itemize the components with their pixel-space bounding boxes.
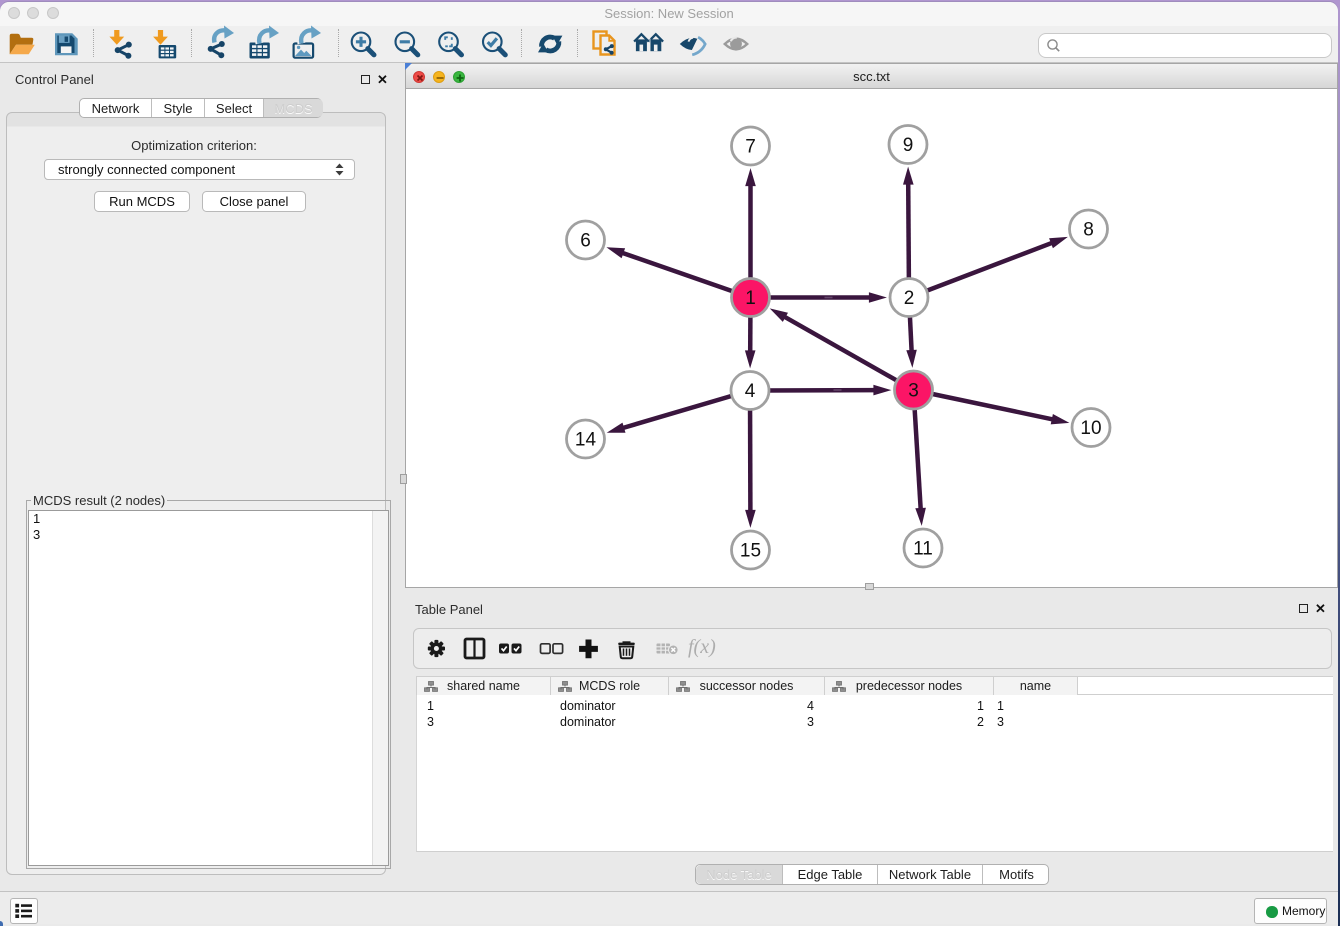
svg-text:8: 8	[1083, 220, 1094, 241]
svg-text:14: 14	[575, 430, 597, 451]
svg-text:15: 15	[740, 541, 761, 562]
svg-text:11: 11	[913, 539, 933, 560]
svg-text:2: 2	[904, 288, 915, 309]
svg-text:3: 3	[908, 381, 919, 402]
svg-text:7: 7	[745, 137, 756, 158]
svg-text:10: 10	[1080, 418, 1101, 439]
svg-text:9: 9	[903, 135, 914, 156]
svg-text:4: 4	[745, 381, 756, 402]
svg-text:1: 1	[745, 288, 756, 309]
svg-text:6: 6	[580, 231, 591, 252]
